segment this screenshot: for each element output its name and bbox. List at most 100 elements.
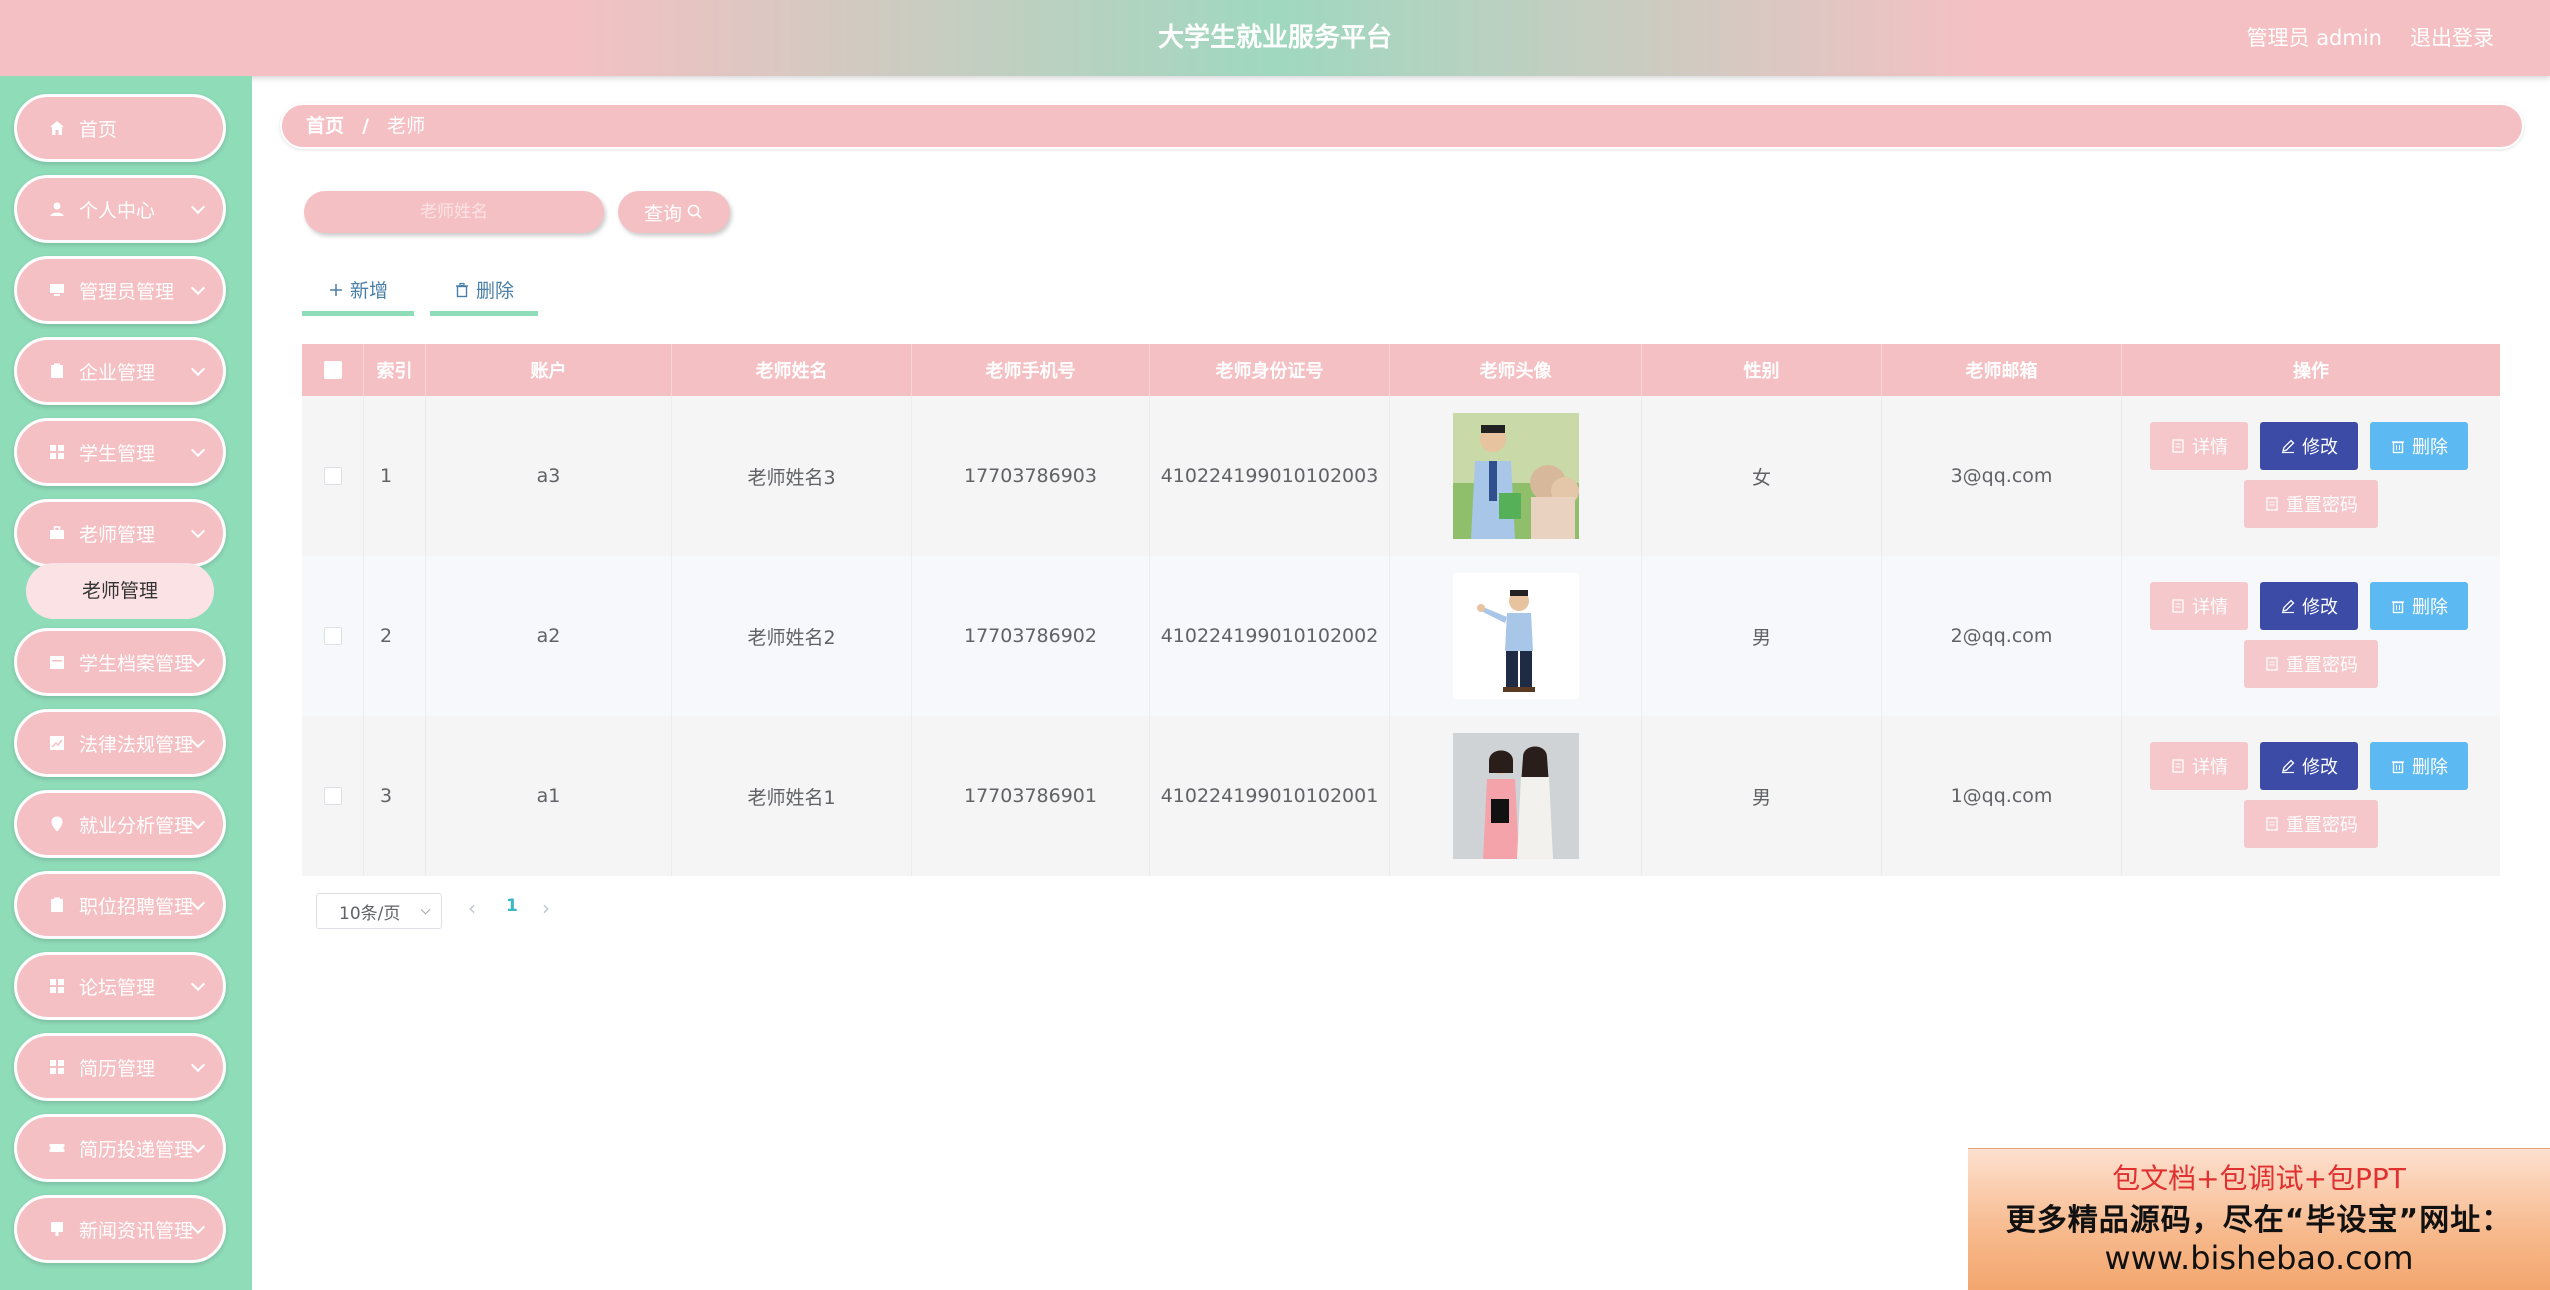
- logout-link[interactable]: 退出登录: [2410, 0, 2494, 76]
- sidebar-item-personal-center[interactable]: 个人中心: [14, 175, 226, 243]
- promo-banner: 包文档+包调试+包PPT 更多精品源码，尽在“毕设宝”网址： www.bishe…: [1968, 1148, 2550, 1290]
- search-button[interactable]: 查询: [618, 191, 730, 233]
- document-icon: [2172, 759, 2184, 773]
- sidebar-item-student-management[interactable]: 学生管理: [14, 418, 226, 486]
- phone-cell: 17703786903: [912, 396, 1150, 556]
- actions-cell: 详情 修改 删除 重置密码: [2122, 396, 2500, 556]
- prev-page-button[interactable]: ‹: [468, 896, 486, 924]
- email-cell: 2@qq.com: [1882, 556, 2122, 716]
- sidebar-item-label: 简历投递管理: [79, 1138, 194, 1161]
- chevron-down-icon: [190, 652, 206, 668]
- edit-button[interactable]: 修改: [2260, 582, 2358, 630]
- submenu-item-teacher-management[interactable]: 老师管理: [26, 563, 214, 619]
- chevron-down-icon: [420, 904, 431, 915]
- reset-password-button-label: 重置密码: [2286, 815, 2358, 836]
- page-size-select[interactable]: 10条/页: [316, 893, 442, 929]
- row-checkbox[interactable]: [323, 787, 342, 805]
- select-all-cell: [302, 344, 364, 396]
- sidebar-item-label: 学生档案管理: [79, 652, 194, 675]
- detail-button[interactable]: 详情: [2150, 422, 2248, 470]
- detail-button[interactable]: 详情: [2150, 742, 2248, 790]
- detail-button[interactable]: 详情: [2150, 582, 2248, 630]
- phone-cell: 17703786902: [912, 556, 1150, 716]
- clipboard-icon: [47, 361, 67, 381]
- column-header: 老师手机号: [912, 344, 1150, 396]
- edit-button-label: 修改: [2302, 437, 2338, 458]
- plus-icon: [328, 282, 344, 298]
- sidebar-item-home[interactable]: 首页: [14, 94, 226, 162]
- detail-button-label: 详情: [2192, 437, 2228, 458]
- chevron-down-icon: [190, 733, 206, 749]
- page-size-value: 10条/页: [339, 903, 401, 924]
- name-cell: 老师姓名1: [672, 716, 912, 876]
- actions-cell: 详情 修改 删除 重置密码: [2122, 556, 2500, 716]
- sidebar-item-student-archive-management[interactable]: 学生档案管理: [14, 628, 226, 696]
- sidebar-item-law-management[interactable]: 法律法规管理: [14, 709, 226, 777]
- sidebar-item-label: 新闻资讯管理: [79, 1219, 194, 1242]
- sidebar-item-resume-management[interactable]: 简历管理: [14, 1033, 226, 1101]
- avatar-cell: [1390, 716, 1642, 876]
- trash-icon: [454, 282, 470, 298]
- account-cell: a1: [426, 716, 672, 876]
- search-input[interactable]: [304, 191, 604, 233]
- table-header: 索引 账户 老师姓名 老师手机号 老师身份证号 老师头像 性别 老师邮箱 操作: [302, 344, 2500, 396]
- sidebar-item-teacher-management[interactable]: 老师管理: [14, 499, 226, 567]
- breadcrumb: 首页 / 老师: [280, 103, 2524, 149]
- teacher-avatar-image: [1452, 733, 1579, 859]
- row-checkbox[interactable]: [323, 627, 342, 645]
- column-header: 老师姓名: [672, 344, 912, 396]
- document-icon: [2266, 657, 2278, 671]
- grid-icon: [47, 976, 67, 996]
- column-header: 老师身份证号: [1150, 344, 1390, 396]
- sidebar-item-admin-management[interactable]: 管理员管理: [14, 256, 226, 324]
- breadcrumb-home[interactable]: 首页: [306, 115, 344, 137]
- batch-delete-button[interactable]: 删除: [430, 268, 538, 316]
- select-all-checkbox[interactable]: [323, 361, 342, 379]
- sidebar-item-enterprise-management[interactable]: 企业管理: [14, 337, 226, 405]
- id-card-cell: 410224199010102002: [1150, 556, 1390, 716]
- page-number-current[interactable]: 1: [506, 896, 520, 924]
- promo-line-3: www.bishebao.com: [2104, 1239, 2414, 1277]
- email-cell: 1@qq.com: [1882, 716, 2122, 876]
- sidebar-item-news-management[interactable]: 新闻资讯管理: [14, 1195, 226, 1263]
- chevron-down-icon: [190, 1057, 206, 1073]
- reset-password-button-label: 重置密码: [2286, 495, 2358, 516]
- sidebar-item-label: 学生管理: [79, 442, 156, 465]
- email-cell: 3@qq.com: [1882, 396, 2122, 556]
- phone-cell: 17703786901: [912, 716, 1150, 876]
- reset-password-button[interactable]: 重置密码: [2244, 640, 2378, 688]
- edit-button[interactable]: 修改: [2260, 742, 2358, 790]
- reset-password-button[interactable]: 重置密码: [2244, 480, 2378, 528]
- briefcase-icon: [47, 523, 67, 543]
- add-button[interactable]: 新增: [302, 268, 414, 316]
- sidebar-item-forum-management[interactable]: 论坛管理: [14, 952, 226, 1020]
- sidebar-item-employment-analysis-management[interactable]: 就业分析管理: [14, 790, 226, 858]
- delete-button-label: 删除: [2412, 597, 2448, 618]
- sidebar-item-label: 就业分析管理: [79, 814, 194, 837]
- row-checkbox[interactable]: [323, 467, 342, 485]
- next-page-button[interactable]: ›: [542, 896, 560, 924]
- search-icon: [686, 203, 704, 221]
- sidebar-item-resume-delivery-management[interactable]: 简历投递管理: [14, 1114, 226, 1182]
- document-icon: [2172, 439, 2184, 453]
- reset-password-button[interactable]: 重置密码: [2244, 800, 2378, 848]
- delete-button[interactable]: 删除: [2370, 742, 2468, 790]
- sidebar-item-label: 首页: [79, 118, 118, 141]
- chevron-down-icon: [190, 442, 206, 458]
- gender-cell: 女: [1642, 396, 1882, 556]
- sidebar-item-label: 论坛管理: [79, 976, 156, 999]
- teacher-avatar-image: [1452, 413, 1579, 539]
- sidebar: 首页 个人中心 管理员管理 企业管理 学生管理 老师管理 老师管理 学生档案管理…: [0, 76, 252, 1290]
- delete-button[interactable]: 删除: [2370, 422, 2468, 470]
- index-cell: 1: [364, 396, 426, 556]
- table-row: 2 a2 老师姓名2 17703786902 41022419901010200…: [302, 556, 2500, 716]
- detail-button-label: 详情: [2192, 757, 2228, 778]
- edit-button[interactable]: 修改: [2260, 422, 2358, 470]
- sidebar-item-label: 老师管理: [79, 523, 156, 546]
- home-icon: [47, 118, 67, 138]
- chevron-down-icon: [190, 1138, 206, 1154]
- sidebar-item-job-recruitment-management[interactable]: 职位招聘管理: [14, 871, 226, 939]
- id-card-cell: 410224199010102003: [1150, 396, 1390, 556]
- current-user-label: 管理员 admin: [2246, 26, 2382, 50]
- delete-button[interactable]: 删除: [2370, 582, 2468, 630]
